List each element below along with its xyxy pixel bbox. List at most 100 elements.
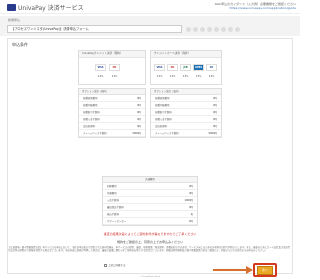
row-value: 有 [190,213,193,216]
table-row: チャージバック手数料 5000円 [79,130,145,137]
site-header: UnivaPay 決済サービス Web申込のガイダンス（入力例）必要書類をご確認… [0,0,300,14]
row-value: 0円 [137,118,141,121]
row-value: 0円 [213,97,217,100]
review-notice: 審査の結果次第によってご契約条件が異なりますのでご了承ください [103,232,197,236]
brand-row: VISA MC [79,64,145,72]
amex-icon: AMEX [193,64,204,71]
table-row: 各種入金手数料 0円 [151,116,221,123]
table-row: サポートセンター 0円 [103,218,197,225]
row-label: 振込手数料 [107,213,119,216]
fee-row: 3.2% 3.2% 3.5% 3.5% 3.5% [151,75,221,79]
row-value: 0円 [213,111,217,114]
table-row: 月額費用 0円 [103,190,197,197]
table-row: 各種月額費用 0円 [151,102,221,109]
row-label: チャージバック手数料 [83,132,107,135]
table-row: 振込手数料 有 [103,211,197,218]
table-row: 各種取引手数料 0円 [79,109,145,116]
row-value: 0円 [213,125,217,128]
row-label: 各種月額費用 [155,104,170,107]
step-dot [214,27,219,32]
fee-value: 3.2% [169,75,176,78]
row-label: サポートセンター [107,220,127,223]
annotation-arrow-icon [246,266,253,274]
table-row: 各種初期費用 0円 [151,95,221,102]
visa-icon: VISA [154,64,165,71]
logo-text: UnivaPay 決済サービス [18,5,84,12]
row-label: チャージバック手数料 [155,132,179,135]
row-value: 0円 [137,111,141,114]
row-label: 各種月額費用 [83,104,98,107]
table-row: チャージバック手数料 5000円 [151,130,221,137]
agree-checkbox[interactable] [104,263,107,267]
brand-row: VISA MC JCB AMEX DC [151,64,221,72]
row-label: 各種取引手数料 [155,111,172,114]
domestic-fee-table: オプション決済（国内） 各種初期費用 0円 各種月額費用 0円 各種取引手数料 0円 … [78,88,146,138]
row-value: 0円 [137,97,141,100]
row-label: 入金手数料 [107,199,119,202]
table-row: 各種月額費用 0円 [79,102,145,109]
current-step: 【プロセスワンジスタ(UnivaPay)】決済申込フォーム [7,25,182,33]
row-label: 各種入金手数料 [155,118,172,121]
fee-value: 4.2% [97,75,104,78]
overseas-fee-table: オプション決済（海外） 各種初期費用 0円 各種月額費用 0円 各種取引手数料 0円 … [150,88,222,138]
step-dot [235,27,240,32]
table-row: 各種初期費用 0円 [79,95,145,102]
row-value: 0円 [189,220,193,223]
table-row: 決済処理料 0円 [151,123,221,130]
row-value: 0円 [189,192,193,195]
visa-icon: VISA [95,64,106,71]
fee-row: 4.2% 4.2% [79,75,145,79]
overseas-card: クレジットカード決済（海外） VISA MC JCB AMEX DC 3.2% … [150,50,222,85]
step-dot [207,27,212,32]
fee-value: 3.5% [208,75,215,78]
step-bar: 新規申込 【プロセスワンジスタ(UnivaPay)】決済申込フォーム [0,16,300,36]
row-value: 0円 [189,185,193,188]
checkbox-label: 上記に同意する [108,264,126,267]
row-value: 0円 [137,125,141,128]
fee-value: 3.5% [195,75,202,78]
table-row: 決済処理料 0円 [79,123,145,130]
jcb-icon: JCB [180,64,191,71]
row-label: 決済処理料 [155,125,167,128]
card-header: クレジットカード決済（海外） [151,51,221,58]
step-dot [186,27,191,32]
step-dot [193,27,198,32]
agree-label: 規約をご確認の上、同意の上でお申込みください [116,240,183,244]
step-dot [221,27,226,32]
row-label: 月額費用 [107,192,117,195]
table-row: 初期費用 0円 [103,183,197,190]
row-label: 各種取引手数料 [83,111,100,114]
table-row: 各種取引手数料 0円 [151,109,221,116]
agree-checkbox-row[interactable]: 上記に同意する [104,263,126,267]
fee-value: 3.2% [156,75,163,78]
row-value: 5000円 [208,132,217,135]
guide-url-link[interactable]: https://www.univapay.com/application/gui… [186,6,296,10]
row-value: 0円 [213,104,217,107]
common-fee-table: 共通費用 初期費用 0円 月額費用 0円 入金手数料 1000円 最低保証手数料 0円 … [102,176,198,226]
diners-icon: DC [206,64,217,71]
next-button[interactable]: 次へ [257,266,273,275]
domestic-card: UnivaPayクレジット決済（国内） VISA MC 4.2% 4.2% [78,50,146,85]
annotation-arrow-line [213,269,249,271]
fee-value: 4.2% [111,75,118,78]
row-label: 初期費用 [107,185,117,188]
row-label: 最低保証手数料 [107,206,124,209]
row-label: 各種入金手数料 [83,118,100,121]
app-label: 新規申込 [8,18,21,22]
row-value: 1000円 [184,199,193,202]
section-title: 申込条件 [12,42,28,47]
table-row: 各種入金手数料 0円 [79,116,145,123]
step-dot [228,27,233,32]
table-row: 入金手数料 1000円 [103,197,197,204]
row-value: 0円 [213,118,217,121]
row-value: 0円 [137,104,141,107]
row-label: 各種初期費用 [83,97,98,100]
row-value: 5000円 [132,132,141,135]
copyright: © UnivaPay Limited [140,276,160,278]
terms-text: 【注意事項・個人情報保護方針】本サービスの申込において、当社は申込者より提供され… [8,246,291,253]
row-label: 各種初期費用 [155,97,170,100]
step-dot [200,27,205,32]
card-header: UnivaPayクレジット決済（国内） [79,51,145,58]
fee-value: 3.5% [182,75,189,78]
table-row: 最低保証手数料 0円 [103,204,197,211]
